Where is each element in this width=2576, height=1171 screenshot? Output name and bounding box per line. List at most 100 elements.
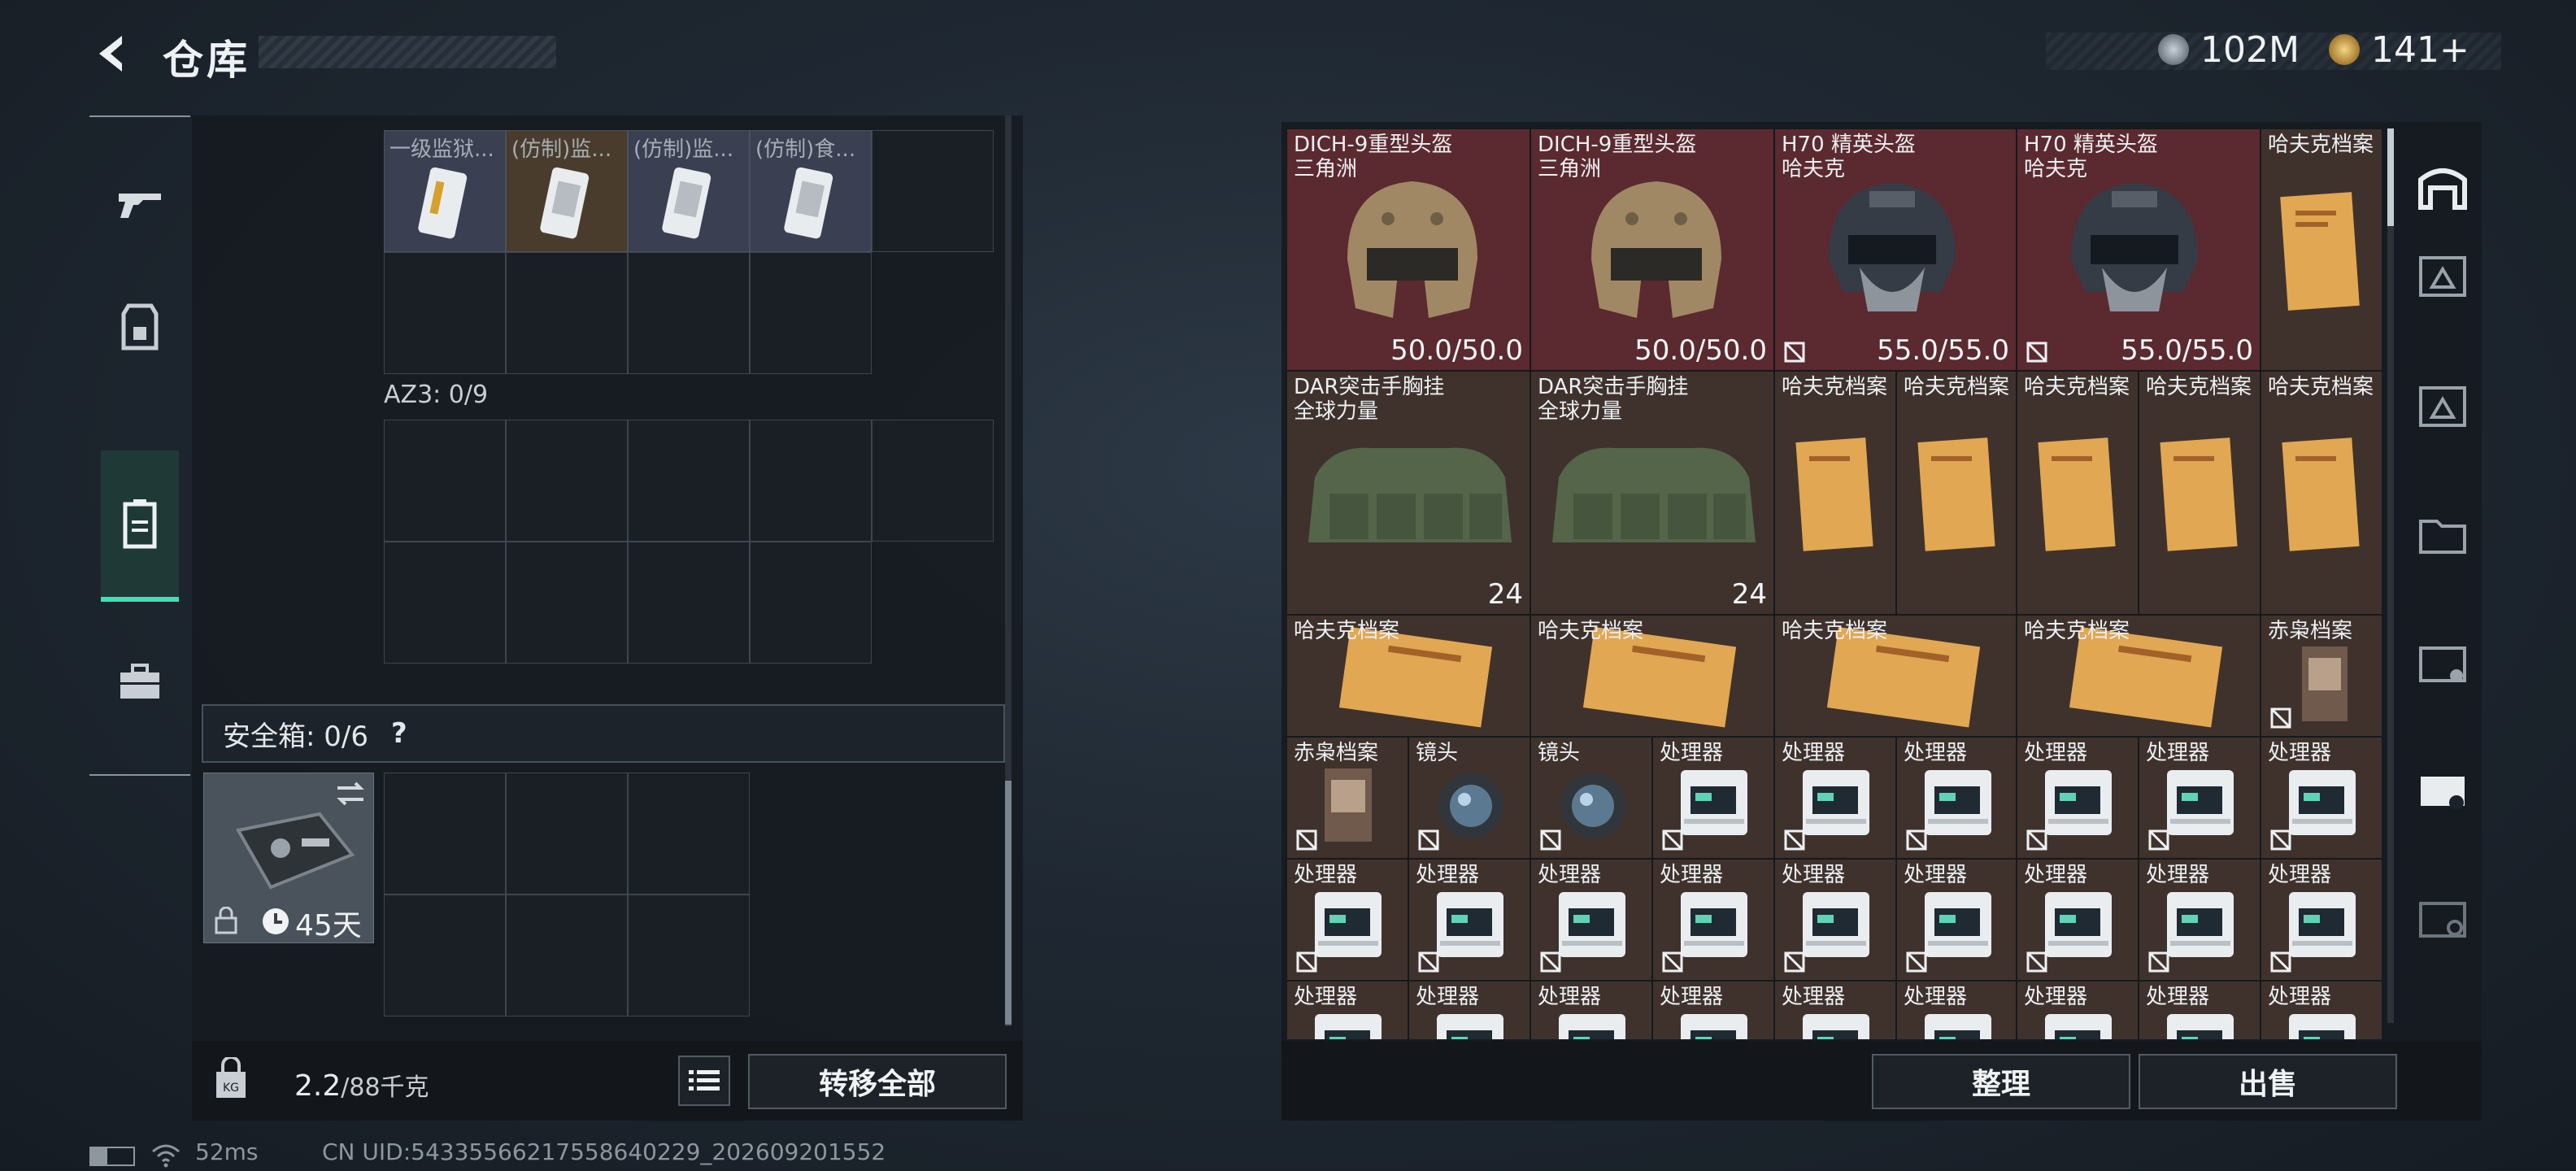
left-scrollbar-thumb[interactable] — [1005, 781, 1012, 1025]
item-processor[interactable]: 处理器 — [1286, 859, 1408, 981]
empty-slot[interactable] — [750, 252, 872, 374]
empty-slot[interactable] — [628, 542, 750, 664]
empty-slot[interactable] — [750, 420, 872, 542]
document-icon — [662, 167, 711, 239]
storage-tab-7[interactable] — [2410, 886, 2475, 951]
container-label: AZ3: 0/9 — [384, 381, 489, 409]
help-icon[interactable]: ? — [391, 717, 407, 750]
storage-extension-icon — [2419, 646, 2466, 682]
inventory-item[interactable]: 一级监狱... — [384, 130, 506, 252]
item-haavk-file[interactable]: 哈夫克档案 — [2261, 128, 2382, 371]
item-processor[interactable]: 处理器 — [2261, 981, 2382, 1039]
item-processor[interactable]: 处理器 — [1530, 981, 1652, 1039]
inventory-item[interactable]: (仿制)监... — [628, 130, 750, 252]
storage-tab-main[interactable] — [2410, 155, 2475, 220]
empty-slot[interactable] — [750, 542, 872, 664]
page-title: 仓库 — [163, 37, 250, 84]
item-haavk-file-wide[interactable]: 哈夫克档案 — [2017, 615, 2261, 737]
weapon-category-button[interactable] — [101, 166, 179, 244]
item-helmet-h70[interactable]: H70 精英头盔 哈夫克 55.0/55.0 — [1774, 128, 2017, 371]
item-processor[interactable]: 处理器 — [1774, 737, 1896, 859]
storage-tab-4[interactable] — [2410, 501, 2475, 566]
empty-slot[interactable] — [628, 420, 750, 542]
item-processor[interactable]: 处理器 — [1896, 737, 2017, 859]
item-processor[interactable]: 处理器 — [1408, 859, 1530, 981]
item-lens[interactable]: 镜头 — [1530, 737, 1652, 859]
right-scrollbar-thumb[interactable] — [2387, 128, 2394, 226]
empty-slot[interactable] — [506, 895, 628, 1016]
item-processor[interactable]: 处理器 — [2261, 859, 2382, 981]
item-haavk-file-wide[interactable]: 哈夫克档案 — [1286, 615, 1530, 737]
item-chest-rig[interactable]: DAR突击手胸挂 全球力量 24 — [1286, 371, 1530, 615]
storage-tab-3[interactable] — [2410, 374, 2475, 439]
empty-slot[interactable] — [384, 895, 506, 1016]
item-processor[interactable]: 处理器 — [2139, 859, 2261, 981]
empty-slot[interactable] — [506, 773, 628, 895]
item-processor[interactable]: 处理器 — [1774, 981, 1896, 1039]
item-processor[interactable]: 处理器 — [1652, 737, 1774, 859]
item-processor[interactable]: 处理器 — [1652, 981, 1774, 1039]
item-processor[interactable]: 处理器 — [2261, 737, 2382, 859]
case-category-button[interactable] — [101, 642, 179, 720]
equipment-category-button[interactable] — [101, 288, 179, 366]
item-lens[interactable]: 镜头 — [1408, 737, 1530, 859]
storage-tab-6[interactable] — [2410, 756, 2475, 821]
item-name: 哈夫克档案 — [2268, 375, 2374, 399]
swap-icon[interactable] — [334, 780, 367, 808]
helmet-image — [1591, 181, 1721, 318]
item-processor[interactable]: 处理器 — [2139, 737, 2261, 859]
item-helmet-dich9[interactable]: DICH-9重型头盔 三角洲 50.0/50.0 — [1530, 128, 1774, 371]
sell-button[interactable]: 出售 — [2139, 1054, 2397, 1109]
item-processor[interactable]: 处理器 — [1896, 859, 2017, 981]
empty-slot[interactable] — [384, 542, 506, 664]
item-haavk-file[interactable]: 哈夫克档案 — [2017, 371, 2139, 615]
item-owl-file[interactable]: 赤枭档案 — [1286, 737, 1408, 859]
empty-slot[interactable] — [506, 542, 628, 664]
item-processor[interactable]: 处理器 — [1774, 859, 1896, 981]
empty-slot[interactable] — [384, 773, 506, 895]
inventory-item[interactable]: (仿制)食... — [750, 130, 872, 252]
item-capacity: 24 — [1731, 578, 1767, 611]
back-arrow-icon[interactable] — [89, 31, 135, 76]
empty-slot[interactable] — [384, 420, 506, 542]
item-processor[interactable]: 处理器 — [2139, 981, 2261, 1039]
item-helmet-h70[interactable]: H70 精英头盔 哈夫克 55.0/55.0 — [2017, 128, 2261, 371]
storage-tab-2[interactable] — [2410, 244, 2475, 309]
item-processor[interactable]: 处理器 — [1530, 859, 1652, 981]
empty-slot[interactable] — [628, 895, 750, 1016]
item-haavk-file[interactable]: 哈夫克档案 — [1896, 371, 2017, 615]
item-haavk-file-wide[interactable]: 哈夫克档案 — [1530, 615, 1774, 737]
item-processor[interactable]: 处理器 — [2017, 981, 2139, 1039]
sort-button[interactable]: 整理 — [1872, 1054, 2130, 1109]
empty-slot[interactable] — [872, 130, 994, 252]
empty-slot[interactable] — [506, 252, 628, 374]
item-processor[interactable]: 处理器 — [1408, 981, 1530, 1039]
item-chest-rig[interactable]: DAR突击手胸挂 全球力量 24 — [1530, 371, 1774, 615]
item-name: 一级监狱... — [389, 137, 494, 162]
empty-slot[interactable] — [506, 420, 628, 542]
item-processor[interactable]: 处理器 — [2017, 859, 2139, 981]
item-haavk-file[interactable]: 哈夫克档案 — [1774, 371, 1896, 615]
item-processor[interactable]: 处理器 — [1652, 859, 1774, 981]
item-haavk-file[interactable]: 哈夫克档案 — [2261, 371, 2382, 615]
item-haavk-file-wide[interactable]: 哈夫克档案 — [1774, 615, 2017, 737]
item-helmet-dich9[interactable]: DICH-9重型头盔 三角洲 50.0/50.0 — [1286, 128, 1530, 371]
item-durability: 50.0/50.0 — [1634, 334, 1767, 367]
empty-slot[interactable] — [628, 773, 750, 895]
right-scrollbar-track[interactable] — [2387, 128, 2394, 1023]
item-processor[interactable]: 处理器 — [2017, 737, 2139, 859]
item-processor[interactable]: 处理器 — [1896, 981, 2017, 1039]
storage-tab-5[interactable] — [2410, 631, 2475, 696]
item-haavk-file[interactable]: 哈夫克档案 — [2139, 371, 2261, 615]
inventory-item[interactable]: (仿制)监... — [506, 130, 628, 252]
empty-slot[interactable] — [384, 252, 506, 374]
list-view-button[interactable] — [678, 1056, 730, 1106]
backpack-category-button[interactable] — [101, 451, 179, 602]
transfer-all-button[interactable]: 转移全部 — [748, 1054, 1007, 1109]
ping-text: 52ms — [195, 1138, 259, 1165]
item-owl-file[interactable]: 赤枭档案 — [2261, 615, 2382, 737]
empty-slot[interactable] — [872, 420, 994, 542]
empty-slot[interactable] — [628, 252, 750, 374]
safe-box-item[interactable]: 45天 — [203, 773, 374, 943]
item-processor[interactable]: 处理器 — [1286, 981, 1408, 1039]
